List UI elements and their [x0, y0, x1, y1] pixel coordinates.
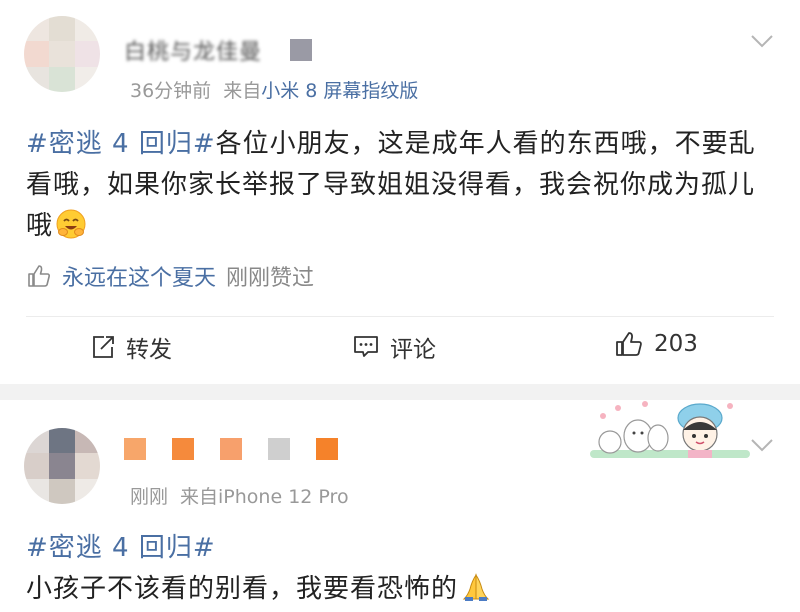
- thumbs-up-icon: [28, 265, 50, 287]
- post-time: 刚刚: [130, 486, 169, 508]
- weibo-post-2: 刚刚 来自iPhone 12 Pro #密逃 4 回归# 小孩子不该看的别看，我要…: [0, 400, 800, 612]
- topic-link[interactable]: #密逃 4 回归#: [26, 528, 776, 569]
- author-row[interactable]: 白桃与龙佳曼: [124, 34, 313, 66]
- action-bar: 转发 评论 203: [0, 330, 800, 370]
- author-name-pixel: [316, 438, 338, 460]
- smiling-face-with-hands-icon: [56, 209, 86, 239]
- post-meta: 刚刚 来自iPhone 12 Pro: [130, 482, 349, 509]
- name-badge: [290, 39, 313, 61]
- feed-separator: [0, 384, 800, 400]
- from-label: 来自: [223, 80, 262, 102]
- comment-icon: [354, 336, 378, 357]
- thumbs-up-icon: [616, 332, 642, 356]
- post-time: 36分钟前: [130, 80, 212, 102]
- post-content[interactable]: #密逃 4 回归# 小孩子不该看的别看，我要看恐怖的: [26, 528, 776, 610]
- post-source[interactable]: iPhone 12 Pro: [218, 486, 349, 508]
- author-name[interactable]: 白桃与龙佳曼: [124, 34, 262, 66]
- author-name-pixel: [172, 438, 194, 460]
- like-count: 203: [654, 331, 698, 357]
- author-name-pixel: [124, 438, 146, 460]
- folded-hands-icon: [462, 573, 490, 601]
- cartoon-sticker-icon: [590, 401, 750, 458]
- topic-link[interactable]: #密逃 4 回归#: [26, 129, 216, 159]
- post-source[interactable]: 小米 8 屏幕指纹版: [261, 80, 418, 102]
- repost-label: 转发: [126, 337, 172, 363]
- liked-status: 刚刚赞过: [226, 266, 315, 291]
- author-name-pixel: [268, 438, 290, 460]
- author-row[interactable]: [124, 438, 338, 460]
- avatar[interactable]: [24, 16, 100, 92]
- chevron-down-icon[interactable]: [750, 34, 774, 48]
- repost-button[interactable]: 转发: [90, 330, 172, 364]
- author-name-pixel: [220, 438, 242, 460]
- avatar[interactable]: [24, 428, 100, 504]
- repost-icon: [93, 336, 114, 358]
- liked-by-user[interactable]: 永远在这个夏天: [62, 260, 216, 292]
- comment-button[interactable]: 评论: [352, 330, 436, 364]
- post-text: 小孩子不该看的别看，我要看恐怖的: [26, 574, 459, 604]
- post-content[interactable]: #密逃 4 回归#各位小朋友，这是成年人看的东西哦，不要乱看哦，如果你家长举报了…: [26, 124, 776, 247]
- from-label: 来自: [180, 486, 219, 508]
- liked-by-row: 永远在这个夏天 刚刚赞过: [26, 260, 314, 292]
- like-button[interactable]: 203: [614, 330, 698, 358]
- chevron-down-icon[interactable]: [750, 438, 774, 452]
- weibo-post-1: 白桃与龙佳曼 36分钟前 来自小米 8 屏幕指纹版 #密逃 4 回归#各位小朋友，…: [0, 0, 800, 384]
- divider: [26, 316, 774, 317]
- post-meta: 36分钟前 来自小米 8 屏幕指纹版: [130, 76, 418, 103]
- comment-label: 评论: [390, 337, 436, 363]
